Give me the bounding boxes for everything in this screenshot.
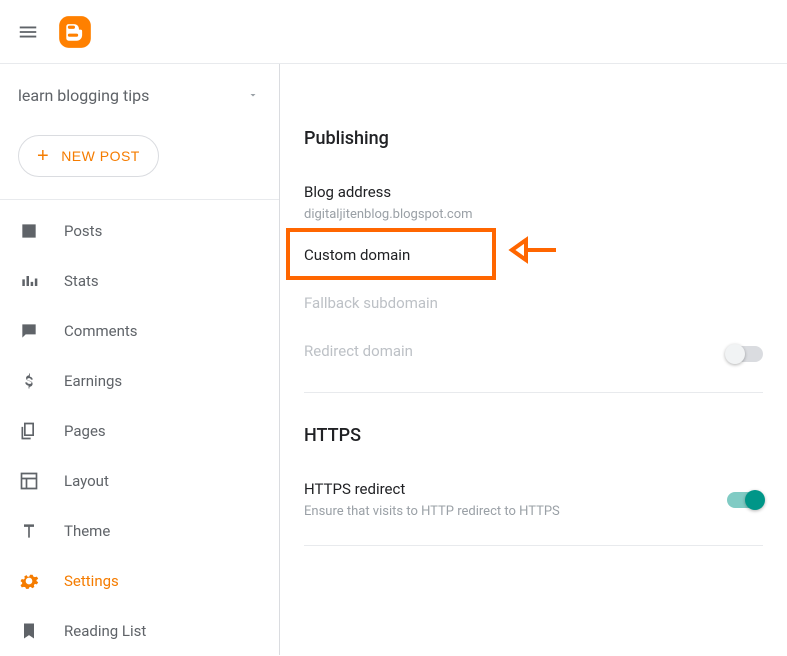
divider (304, 545, 763, 546)
nav-item-stats[interactable]: Stats (0, 256, 279, 306)
pages-icon (18, 420, 40, 442)
nav-label: Earnings (64, 372, 261, 390)
nav-item-earnings[interactable]: Earnings (0, 356, 279, 406)
nav-item-reading-list[interactable]: Reading List (0, 606, 279, 656)
row-redirect-domain: Redirect domain (304, 330, 763, 378)
blog-name-label: learn blogging tips (18, 86, 149, 105)
section-publishing: Publishing Blog address digitaljitenblog… (304, 104, 763, 401)
blog-address-value: digitaljitenblog.blogspot.com (304, 207, 763, 222)
new-post-button[interactable]: + NEW POST (18, 135, 159, 177)
posts-icon (18, 220, 40, 242)
nav-label: Reading List (64, 622, 261, 640)
divider (304, 392, 763, 393)
hamburger-menu-icon[interactable] (16, 20, 40, 44)
main-content: Publishing Blog address digitaljitenblog… (280, 64, 787, 655)
row-blog-address[interactable]: Blog address digitaljitenblog.blogspot.c… (304, 171, 763, 234)
comments-icon (18, 320, 40, 342)
nav-item-theme[interactable]: Theme (0, 506, 279, 556)
nav-label: Stats (64, 272, 261, 290)
nav-label: Layout (64, 472, 261, 490)
custom-domain-label: Custom domain (304, 246, 763, 264)
nav-item-comments[interactable]: Comments (0, 306, 279, 356)
nav-item-layout[interactable]: Layout (0, 456, 279, 506)
sidebar: learn blogging tips + NEW POST Posts Sta… (0, 64, 280, 655)
nav-label: Pages (64, 422, 261, 440)
nav-label: Posts (64, 222, 261, 240)
publishing-heading: Publishing (304, 128, 763, 149)
row-https-redirect[interactable]: HTTPS redirect Ensure that visits to HTT… (304, 468, 763, 531)
row-fallback-subdomain: Fallback subdomain (304, 282, 763, 330)
blog-address-label: Blog address (304, 183, 763, 201)
section-https: HTTPS HTTPS redirect Ensure that visits … (304, 401, 763, 554)
nav-label: Theme (64, 522, 261, 540)
https-heading: HTTPS (304, 425, 763, 446)
redirect-domain-label: Redirect domain (304, 342, 727, 360)
nav-list: Posts Stats Comments Earnings Pages Layo… (0, 199, 279, 656)
blogger-logo-icon[interactable] (56, 13, 94, 51)
nav-item-posts[interactable]: Posts (0, 206, 279, 256)
bookmark-icon (18, 620, 40, 642)
chevron-down-icon (247, 86, 259, 105)
row-custom-domain[interactable]: Custom domain (304, 234, 763, 282)
redirect-domain-toggle (727, 346, 763, 362)
nav-label: Comments (64, 322, 261, 340)
earnings-icon (18, 370, 40, 392)
https-redirect-label: HTTPS redirect (304, 480, 727, 498)
nav-item-settings[interactable]: Settings (0, 556, 279, 606)
https-redirect-toggle[interactable] (727, 492, 763, 508)
fallback-subdomain-label: Fallback subdomain (304, 294, 763, 312)
nav-item-pages[interactable]: Pages (0, 406, 279, 456)
plus-icon: + (37, 146, 49, 166)
layout-icon (18, 470, 40, 492)
settings-icon (18, 570, 40, 592)
nav-label: Settings (64, 572, 261, 590)
https-redirect-desc: Ensure that visits to HTTP redirect to H… (304, 504, 727, 519)
stats-icon (18, 270, 40, 292)
new-post-label: NEW POST (61, 148, 140, 164)
blog-selector[interactable]: learn blogging tips (0, 72, 279, 119)
theme-icon (18, 520, 40, 542)
top-bar (0, 0, 787, 64)
